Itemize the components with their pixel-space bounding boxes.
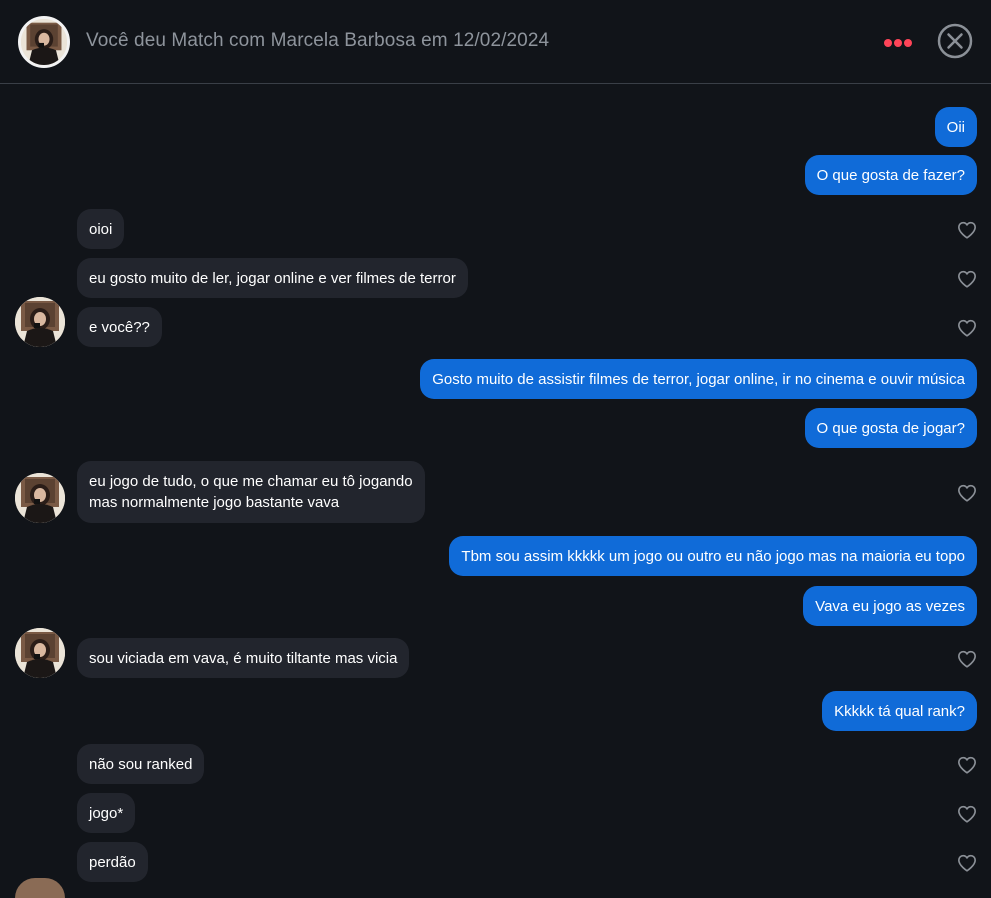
message-text: Tbm sou assim kkkkk um jogo ou outro eu … — [461, 548, 965, 565]
outgoing-message[interactable]: O que gosta de fazer? — [804, 155, 977, 195]
incoming-message[interactable]: eu gosto muito de ler, jogar online e ve… — [77, 258, 468, 298]
sender-avatar[interactable] — [15, 473, 65, 523]
match-info-title: Você deu Match com Marcela Barbosa em 12… — [86, 30, 550, 51]
outgoing-message[interactable]: O que gosta de jogar? — [804, 408, 977, 448]
message-line: mas normalmente jogo bastante vava — [89, 494, 340, 511]
more-dots-icon[interactable] — [884, 34, 918, 50]
incoming-message[interactable]: e você?? — [77, 307, 162, 347]
incoming-message[interactable]: eu jogo de tudo, o que me chamar eu tô j… — [77, 461, 425, 523]
match-avatar[interactable] — [18, 16, 70, 68]
heart-like-icon[interactable] — [957, 854, 977, 872]
message-text: O que gosta de fazer? — [816, 167, 965, 184]
message-text: não sou ranked — [89, 756, 193, 773]
outgoing-message[interactable]: Tbm sou assim kkkkk um jogo ou outro eu … — [449, 536, 977, 576]
outgoing-message[interactable]: Gosto muito de assistir filmes de terror… — [420, 359, 977, 399]
close-circle-icon[interactable] — [937, 23, 973, 59]
heart-like-icon[interactable] — [957, 221, 977, 239]
heart-like-icon[interactable] — [957, 650, 977, 668]
message-text: oioi — [89, 221, 113, 238]
sender-avatar[interactable] — [15, 628, 65, 678]
incoming-message[interactable]: sou viciada em vava, é muito tiltante ma… — [77, 638, 410, 678]
outgoing-message[interactable]: Vava eu jogo as vezes — [803, 586, 977, 626]
chat-header: Você deu Match com Marcela Barbosa em 12… — [0, 0, 991, 84]
message-text: Gosto muito de assistir filmes de terror… — [432, 371, 965, 388]
sender-avatar[interactable] — [15, 878, 65, 898]
message-text: sou viciada em vava, é muito tiltante ma… — [89, 650, 398, 667]
heart-like-icon[interactable] — [957, 805, 977, 823]
incoming-message[interactable]: oioi — [77, 209, 125, 249]
heart-like-icon[interactable] — [957, 484, 977, 502]
incoming-message[interactable]: perdão — [77, 842, 148, 882]
message-text: Oii — [946, 119, 965, 136]
message-text: eu gosto muito de ler, jogar online e ve… — [89, 270, 456, 287]
incoming-message[interactable]: jogo* — [77, 793, 136, 833]
outgoing-message[interactable]: Oii — [934, 107, 977, 147]
heart-like-icon[interactable] — [957, 756, 977, 774]
incoming-message[interactable]: não sou ranked — [77, 744, 205, 784]
message-text: perdão — [89, 854, 136, 871]
message-text: Kkkkk tá qual rank? — [834, 703, 965, 720]
heart-like-icon[interactable] — [957, 270, 977, 288]
message-line: eu jogo de tudo, o que me chamar eu tô j… — [89, 473, 413, 490]
message-text: e você?? — [89, 319, 150, 336]
sender-avatar[interactable] — [15, 297, 65, 347]
message-text: jogo* — [89, 805, 124, 822]
message-text: Vava eu jogo as vezes — [815, 598, 965, 615]
heart-like-icon[interactable] — [957, 319, 977, 337]
outgoing-message[interactable]: Kkkkk tá qual rank? — [822, 691, 977, 731]
message-text: O que gosta de jogar? — [816, 420, 965, 437]
